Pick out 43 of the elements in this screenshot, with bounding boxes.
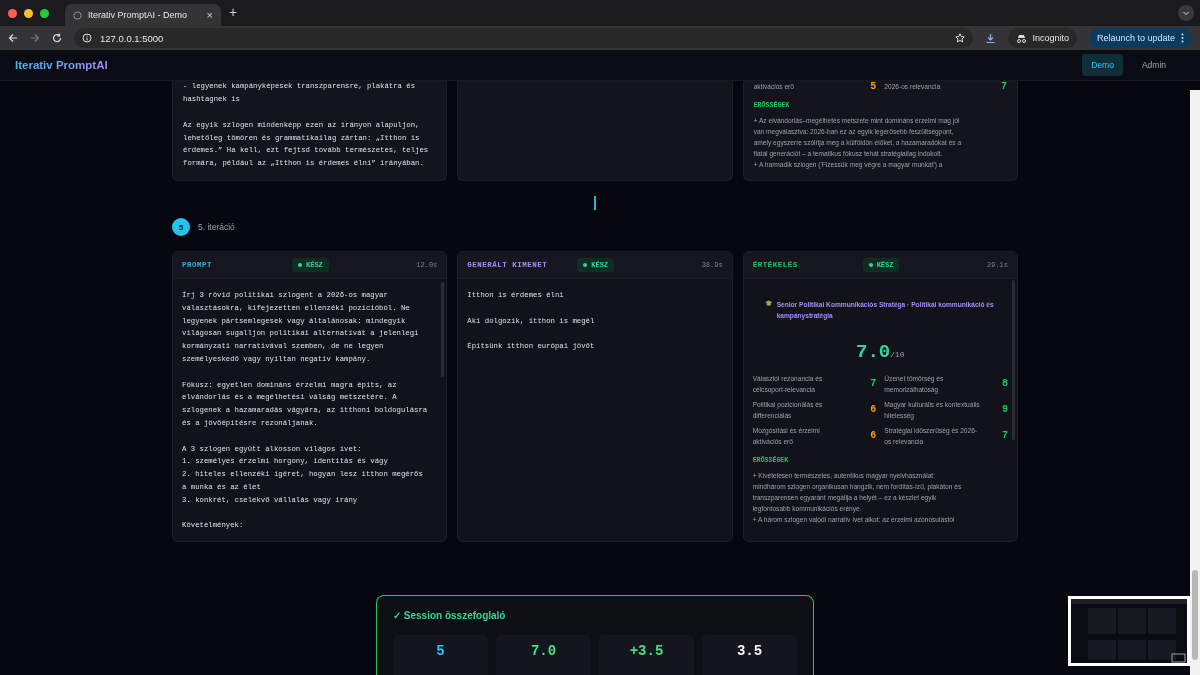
address-bar[interactable]: 127.0.0.1:5000 <box>74 28 974 48</box>
maximize-window-button[interactable] <box>40 8 49 18</box>
overall-score: 7.0 <box>856 341 891 363</box>
stat-value: 3.5 <box>702 635 797 675</box>
summary-title: ✓ Session összefoglaló <box>393 610 507 621</box>
connector-line <box>594 196 596 210</box>
metric-score: 9 <box>1002 405 1008 415</box>
graduation-cap-icon <box>765 299 773 307</box>
metric-score: 6 <box>870 405 877 415</box>
forward-icon[interactable] <box>30 33 40 43</box>
nav-tab[interactable]: Admin <box>1132 54 1175 76</box>
stat-value: 5 <box>393 635 488 675</box>
metric-score: 7 <box>1002 431 1008 441</box>
close-icon[interactable]: × <box>206 9 213 21</box>
tab-menu-button[interactable] <box>1178 5 1194 21</box>
metric-score: 6 <box>870 431 877 441</box>
info-icon <box>82 33 92 43</box>
metric-score: 7 <box>870 379 877 389</box>
more-icon <box>1181 33 1184 43</box>
stat-value: +3.5 <box>599 635 694 675</box>
chevron-down-icon <box>1182 9 1190 17</box>
iteration-number: 5 <box>172 218 190 236</box>
scrollbar[interactable] <box>1190 90 1200 675</box>
relaunch-button[interactable]: Relaunch to update <box>1088 28 1192 48</box>
metric-score: 7 <box>1001 81 1007 92</box>
new-tab-button[interactable]: + <box>229 4 238 20</box>
browser-tab[interactable]: Iterativ PromptAI - Demo × <box>65 4 221 26</box>
score-max: /10 <box>890 350 905 359</box>
globe-icon <box>73 10 82 20</box>
metric-score: 5 <box>870 81 877 92</box>
star-icon[interactable] <box>955 33 966 43</box>
close-window-button[interactable] <box>8 8 17 18</box>
incognito-indicator[interactable]: Incognito <box>1008 28 1077 48</box>
incognito-icon <box>1016 33 1028 43</box>
stat-value: 7.0 <box>496 635 591 675</box>
download-icon[interactable] <box>985 32 997 44</box>
nav-tab[interactable]: Demo <box>1082 54 1123 76</box>
metric-score: 8 <box>1002 379 1008 389</box>
reload-icon[interactable] <box>52 33 62 43</box>
iteration-label: 5. iteráció <box>198 222 235 232</box>
back-icon[interactable] <box>8 33 18 43</box>
app-logo[interactable]: Iterativ PromptAI <box>15 59 108 71</box>
minimize-window-button[interactable] <box>24 8 33 18</box>
